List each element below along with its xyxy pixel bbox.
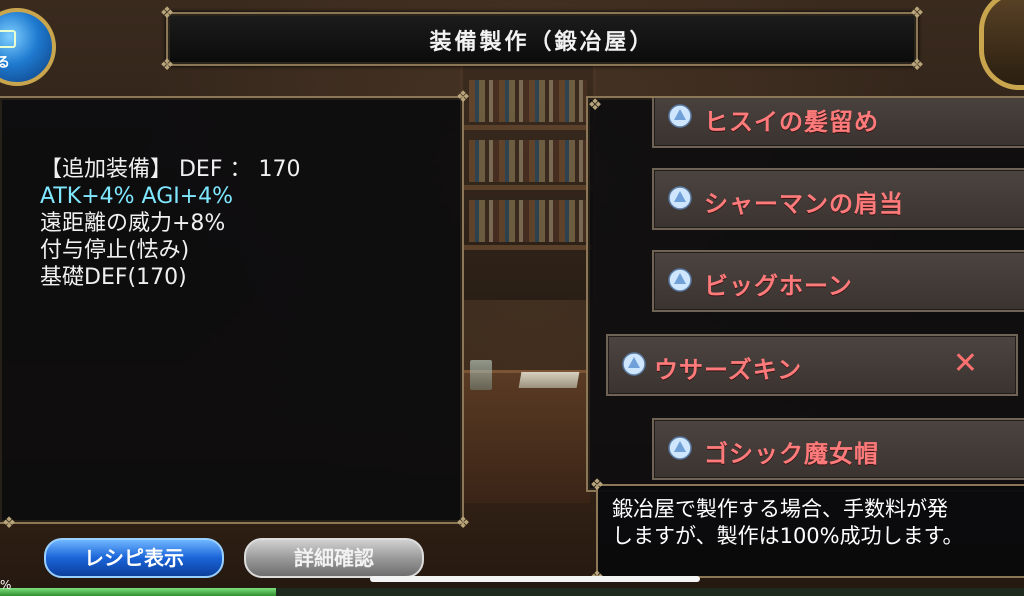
books-row xyxy=(469,140,587,182)
message-line: 鍛冶屋で製作する場合、手数料が発 xyxy=(612,497,948,521)
details-line: 付与停止(怯み) xyxy=(40,238,190,263)
progress-bar xyxy=(0,588,277,596)
title-bar: ❖ ❖ ❖ ❖ 装備製作（鍛冶屋） xyxy=(160,4,924,74)
ornament-icon: ❖ xyxy=(909,3,925,22)
recipe-list-panel[interactable]: ❖ ヒスイの髪留め ✕ シャーマンの肩当 ✕ ビッグホーン ✕ ウサーズキン ✕… xyxy=(586,96,1024,492)
equipment-details-panel: ❖ ❖ ❖ 【追加装備】 DEF ： 170 ATK+4% AGI+4% 遠距離の威… xyxy=(0,88,470,532)
hat-icon xyxy=(668,268,692,292)
message-panel: ❖ ❖ 鍛冶屋で製作する場合、手数料が発しますが、製作は100%成功します。 xyxy=(590,476,1024,586)
ornament-icon: ❖ xyxy=(589,475,605,494)
recipe-item[interactable]: ヒスイの髪留め ✕ xyxy=(652,98,1024,148)
details-header: 【追加装備】 DEF ： 170 xyxy=(40,157,301,182)
progress-label: % xyxy=(0,578,12,592)
home-indicator[interactable] xyxy=(370,576,700,582)
recipe-item-name: ヒスイの髪留め xyxy=(704,108,879,136)
ornament-icon: ❖ xyxy=(455,513,471,532)
shelf-board xyxy=(463,245,593,250)
details-text: 【追加装備】 DEF ： 170 ATK+4% AGI+4% 遠距離の威力+8% 付与… xyxy=(40,156,300,291)
recipe-item-name: ビッグホーン xyxy=(704,272,853,300)
desk-book xyxy=(518,372,580,388)
hat-icon xyxy=(668,186,692,210)
message-line: しますが、製作は100%成功します。 xyxy=(612,524,964,548)
remove-icon[interactable]: ✕ xyxy=(953,347,978,381)
recipe-item-name: ゴシック魔女帽 xyxy=(704,440,879,468)
ornament-icon: ❖ xyxy=(159,55,175,74)
ornament-icon: ❖ xyxy=(1,513,17,532)
recipe-item[interactable]: ビッグホーン ✕ xyxy=(652,250,1024,312)
details-line: 基礎DEF(170) xyxy=(40,265,187,290)
ornament-icon: ❖ xyxy=(455,87,471,106)
back-button-label: る xyxy=(0,55,10,71)
shelf-board xyxy=(463,185,593,190)
recipe-item-name: ウサーズキン xyxy=(654,356,803,384)
stat-bonus: ATK+4% AGI+4% xyxy=(40,184,234,209)
recipe-item-selected[interactable]: ウサーズキン ✕ xyxy=(606,334,1018,396)
show-recipe-button[interactable]: レシピ表示 xyxy=(44,538,224,578)
recipe-item[interactable]: シャーマンの肩当 ✕ xyxy=(652,168,1024,230)
message-text: 鍛冶屋で製作する場合、手数料が発 しますが、製作は100%成功します。 xyxy=(612,496,964,550)
recipe-item[interactable]: ゴシック魔女帽 ✕ xyxy=(652,418,1024,480)
details-line: 遠距離の威力+8% xyxy=(40,211,226,236)
shelf-board xyxy=(463,125,593,130)
menu-icon xyxy=(0,30,16,48)
bookshelf xyxy=(460,60,596,300)
page-title: 装備製作（鍛冶屋） xyxy=(429,30,655,55)
ornament-icon: ❖ xyxy=(587,96,603,114)
books-row xyxy=(469,200,587,242)
hat-icon xyxy=(622,352,646,376)
details-button[interactable]: 詳細確認 xyxy=(244,538,424,578)
recipe-item-name: シャーマンの肩当 xyxy=(704,190,904,218)
glass xyxy=(470,360,492,390)
hat-icon xyxy=(668,104,692,128)
ornament-icon: ❖ xyxy=(909,55,925,74)
hat-icon xyxy=(668,436,692,460)
books-row xyxy=(469,80,587,122)
ornament-icon: ❖ xyxy=(159,3,175,22)
